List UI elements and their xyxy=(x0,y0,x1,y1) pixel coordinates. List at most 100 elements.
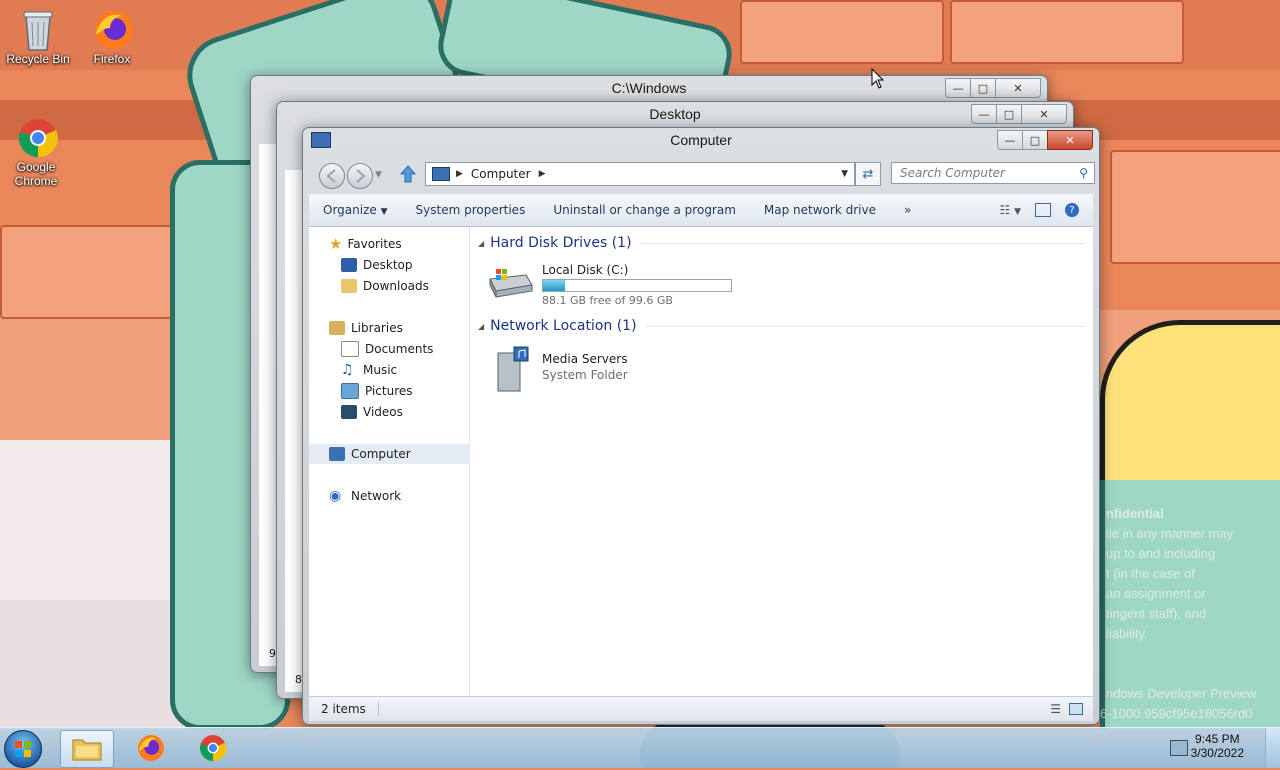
content-pane: ◢ Hard Disk Drives (1) Local Disk (C:) 8… xyxy=(470,227,1093,698)
minimize-button[interactable]: — xyxy=(997,130,1022,150)
clock-date: 3/30/2022 xyxy=(1190,746,1244,760)
map-network-drive-button[interactable]: Map network drive xyxy=(750,203,890,217)
nav-label: Videos xyxy=(363,405,403,419)
folder-icon xyxy=(72,739,102,761)
network-item-name: Media Servers xyxy=(542,352,628,366)
forward-button[interactable] xyxy=(347,163,373,189)
nav-label: Network xyxy=(351,489,402,503)
help-icon: ? xyxy=(1069,204,1075,216)
desktop-icon-firefox[interactable]: Firefox xyxy=(76,8,148,66)
taskbar-clock[interactable]: 9:45 PM 3/30/2022 xyxy=(1191,732,1244,760)
chrome-icon xyxy=(200,735,227,761)
back-button[interactable] xyxy=(319,163,345,189)
taskbar-chrome-button[interactable] xyxy=(186,730,238,766)
network-item-type: System Folder xyxy=(542,368,628,382)
nav-label: Downloads xyxy=(363,279,429,293)
start-button[interactable] xyxy=(4,730,42,768)
maximize-button[interactable]: □ xyxy=(1022,130,1047,150)
nav-favorites[interactable]: ★ Favorites xyxy=(309,234,487,254)
documents-icon xyxy=(341,341,359,357)
address-bar[interactable]: ▶ Computer ▶ ▼ xyxy=(425,162,855,186)
search-input[interactable]: Search Computer ⚲ xyxy=(891,162,1095,184)
nav-label: Desktop xyxy=(363,258,413,272)
status-bar: 2 items ☰ xyxy=(309,696,1093,721)
drive-free-space: 88.1 GB free of 99.6 GB xyxy=(542,294,673,307)
desktop-icon-chrome[interactable]: Google Chrome xyxy=(0,116,72,188)
forward-arrow-icon xyxy=(356,169,366,183)
windows-logo-icon xyxy=(15,741,31,757)
collapse-icon: ◢ xyxy=(478,321,485,331)
maximize-button[interactable]: □ xyxy=(996,104,1021,124)
search-icon: ⚲ xyxy=(1079,166,1088,180)
close-button[interactable]: ✕ xyxy=(1021,104,1067,124)
firefox-icon xyxy=(138,735,164,761)
desktop-icon-label: Google Chrome xyxy=(14,160,58,188)
up-button[interactable] xyxy=(399,164,417,187)
navigation-pane: ★ Favorites Desktop Downloads Libraries … xyxy=(309,227,487,698)
preview-pane-button[interactable] xyxy=(1035,203,1051,217)
clock-time: 9:45 PM xyxy=(1194,732,1240,746)
drive-usage-fill xyxy=(543,280,565,291)
network-item-media-servers[interactable]: Media Servers System Folder xyxy=(486,343,746,393)
taskbar: 9:45 PM 3/30/2022 xyxy=(0,727,1280,768)
taskbar-explorer-button[interactable] xyxy=(60,730,114,768)
computer-icon xyxy=(329,447,345,461)
back-arrow-icon xyxy=(326,169,336,183)
media-server-icon xyxy=(497,346,529,392)
refresh-button[interactable]: ⇄ xyxy=(855,162,881,186)
libraries-icon xyxy=(329,321,345,335)
window-computer[interactable]: Computer — □ ✕ ▼ ▶ Computer ▶ ▼ ⇄ Search… xyxy=(302,127,1100,725)
refresh-icon: ⇄ xyxy=(862,166,874,182)
view-icon: ☷ xyxy=(999,203,1011,217)
collapse-icon: ◢ xyxy=(478,238,485,248)
window-title: C:\Windows xyxy=(611,80,687,96)
chevron-down-icon: ▼ xyxy=(1014,207,1021,217)
status-text: 9 xyxy=(269,647,276,660)
taskbar-firefox-button[interactable] xyxy=(124,730,176,766)
organize-label: Organize xyxy=(323,203,377,217)
breadcrumb-separator-icon[interactable]: ▶ xyxy=(539,169,546,179)
nav-computer[interactable]: Computer xyxy=(309,444,487,464)
breadcrumb-computer[interactable]: Computer xyxy=(471,167,531,181)
close-button[interactable]: ✕ xyxy=(1047,130,1093,150)
nav-libraries[interactable]: Libraries xyxy=(309,318,487,338)
group-title: Hard Disk Drives (1) xyxy=(490,235,632,251)
address-history-dropdown[interactable]: ▼ xyxy=(841,169,848,179)
hard-drive-icon xyxy=(489,269,533,298)
chevron-down-icon: ▼ xyxy=(380,207,388,217)
maximize-button[interactable]: □ xyxy=(970,78,995,98)
large-icons-view-button[interactable] xyxy=(1069,703,1083,715)
group-header-network-location[interactable]: ◢ Network Location (1) xyxy=(478,316,1085,336)
minimize-button[interactable]: — xyxy=(945,78,970,98)
group-title: Network Location (1) xyxy=(490,318,637,334)
nav-label: Pictures xyxy=(365,384,413,398)
change-view-button[interactable]: ☷ ▼ xyxy=(999,203,1021,217)
organize-menu[interactable]: Organize ▼ xyxy=(309,203,402,217)
close-button[interactable]: ✕ xyxy=(995,78,1041,98)
status-text: 8 xyxy=(295,673,302,686)
music-icon: ♫ xyxy=(341,362,354,378)
nav-label: Documents xyxy=(365,342,434,356)
desktop-icon-recycle-bin[interactable]: Recycle Bin xyxy=(2,8,74,66)
desktop-icon xyxy=(341,258,357,272)
minimize-button[interactable]: — xyxy=(971,104,996,124)
nav-label: Libraries xyxy=(351,321,403,335)
system-properties-button[interactable]: System properties xyxy=(402,203,540,217)
firefox-icon xyxy=(92,8,133,49)
network-tray-icon[interactable] xyxy=(1170,740,1188,756)
recent-pages-dropdown[interactable]: ▼ xyxy=(375,170,382,180)
show-desktop-button[interactable] xyxy=(1265,728,1280,768)
window-title: Desktop xyxy=(649,106,701,122)
more-commands-button[interactable]: » xyxy=(890,203,925,217)
pictures-icon xyxy=(341,383,359,399)
breadcrumb-separator-icon: ▶ xyxy=(456,169,463,179)
uninstall-program-button[interactable]: Uninstall or change a program xyxy=(539,203,750,217)
details-view-button[interactable]: ☰ xyxy=(1050,702,1061,716)
nav-network[interactable]: ◉ Network xyxy=(309,486,487,506)
drive-name: Local Disk (C:) xyxy=(542,263,629,277)
desktop-icon-label: Firefox xyxy=(93,52,131,66)
drive-item-local-disk[interactable]: Local Disk (C:) 88.1 GB free of 99.6 GB xyxy=(486,257,746,307)
help-button[interactable]: ? xyxy=(1065,203,1079,217)
mouse-cursor-icon xyxy=(871,68,885,89)
group-header-hard-disk-drives[interactable]: ◢ Hard Disk Drives (1) xyxy=(478,233,1085,253)
